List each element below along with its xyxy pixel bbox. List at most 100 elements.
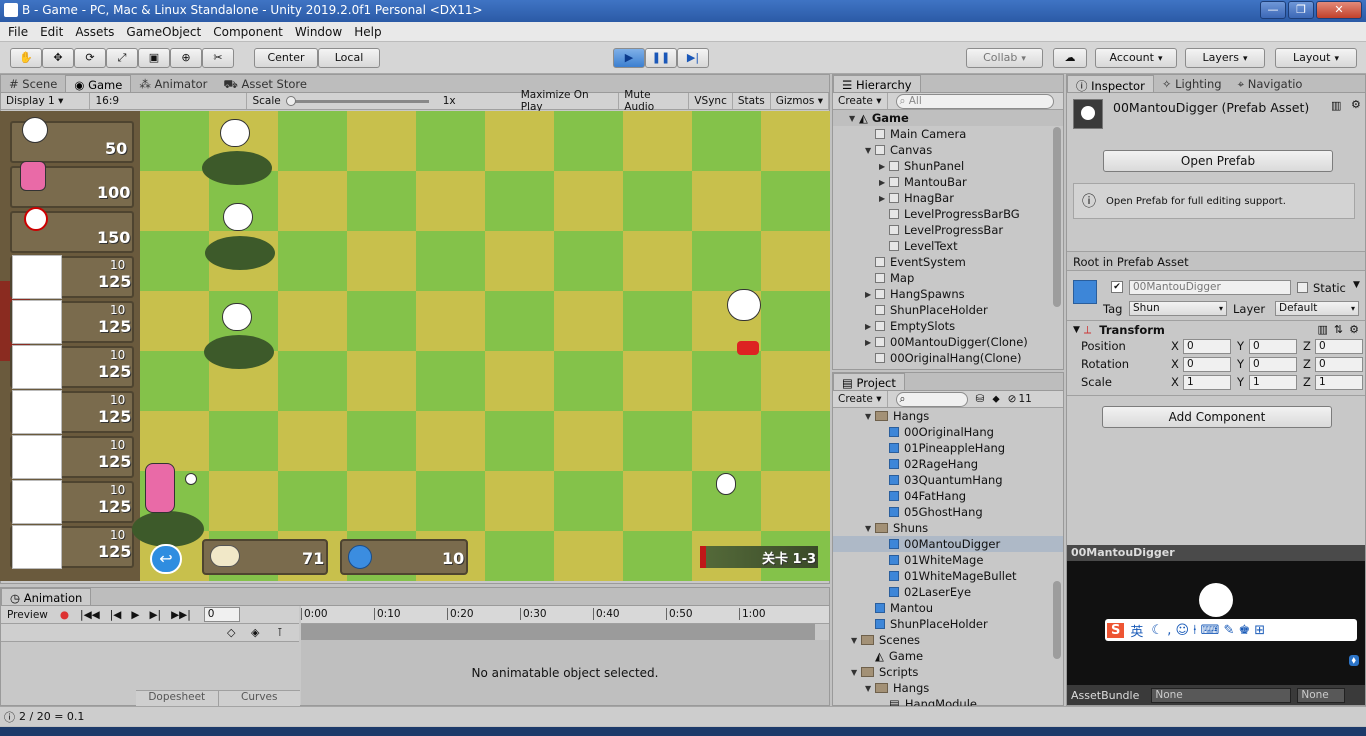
tab-lighting[interactable]: ✧ Lighting (1154, 75, 1230, 92)
project-asset[interactable]: 02RageHang (833, 456, 1063, 472)
project-asset[interactable]: 00OriginalHang (833, 424, 1063, 440)
hierarchy-item[interactable]: ShunPlaceHolder (833, 302, 1063, 318)
project-asset[interactable]: Mantou (833, 600, 1063, 616)
tab-animation[interactable]: ◷ Animation (1, 588, 92, 605)
tab-project[interactable]: ▤ Project (833, 373, 905, 390)
hierarchy-item[interactable]: Map (833, 270, 1063, 286)
game-viewport[interactable]: 50 100 150 10 125 10 125 10 125 10 125 10 125 10 12… (0, 111, 830, 581)
display-dropdown[interactable]: Display 1 ▾ (1, 93, 91, 109)
transform-help-icon[interactable]: ▥ (1318, 323, 1328, 336)
hierarchy-item[interactable]: ▶ HnagBar (833, 190, 1063, 206)
menu-help[interactable]: Help (354, 25, 381, 39)
hierarchy-item[interactable]: LevelProgressBarBG (833, 206, 1063, 222)
gameobject-name-field[interactable]: 00MantouDigger (1129, 280, 1291, 295)
prev-key-icon[interactable]: |◀ (105, 609, 127, 621)
frame-field[interactable]: 0 (203, 607, 240, 622)
scale-y[interactable]: 1 (1249, 375, 1297, 390)
layer-dropdown[interactable]: Default ▾ (1275, 301, 1359, 316)
assetbundle-dropdown[interactable]: None (1151, 687, 1292, 703)
menu-window[interactable]: Window (295, 25, 342, 39)
add-event-icon[interactable]: ◈ (251, 626, 259, 639)
hand-tool-icon[interactable]: ✋ (10, 48, 42, 68)
add-keyframe-icon[interactable]: ◇ (227, 626, 235, 639)
hierarchy-scrollbar[interactable] (1053, 127, 1061, 307)
tab-asset-store[interactable]: ⛟ Asset Store (215, 75, 315, 92)
transform-header[interactable]: ▼ ⟂ Transform ▥ ⇅ ⚙ (1067, 320, 1365, 338)
rect-tool-icon[interactable]: ▣ (138, 48, 170, 68)
project-asset[interactable]: 02LaserEye (833, 584, 1063, 600)
rotation-z[interactable]: 0 (1315, 357, 1363, 372)
tab-navigation[interactable]: ⌖ Navigatio (1230, 75, 1311, 92)
scale-slider-thumb[interactable] (285, 95, 296, 106)
aspect-dropdown[interactable]: 16:9 (90, 93, 248, 109)
last-key-icon[interactable]: ▶▶| (166, 609, 196, 621)
filter-type-icon[interactable]: ⛁ (976, 393, 985, 405)
project-asset[interactable]: 01WhiteMage (833, 552, 1063, 568)
project-folder[interactable]: ▼ Scripts (833, 664, 1063, 680)
project-scrollbar[interactable] (1053, 581, 1061, 659)
active-checkbox[interactable]: ✔ (1111, 281, 1123, 293)
project-asset[interactable]: 03QuantumHang (833, 472, 1063, 488)
menu-assets[interactable]: Assets (75, 25, 114, 39)
tab-animator[interactable]: ⁂ Animator (131, 75, 215, 92)
mantou-pickup[interactable] (716, 473, 736, 495)
event-marker-icon[interactable]: ⊺ (277, 626, 283, 639)
curves-tab[interactable]: Curves (219, 691, 301, 706)
layout-dropdown[interactable]: Layout (1275, 48, 1357, 68)
mantou-digger-3[interactable] (222, 303, 252, 331)
project-asset[interactable]: 01WhiteMageBullet (833, 568, 1063, 584)
scale-z[interactable]: 1 (1315, 375, 1363, 390)
next-key-icon[interactable]: ▶| (144, 609, 166, 621)
close-button[interactable]: ✕ (1316, 1, 1362, 19)
project-asset[interactable]: 00MantouDigger (833, 536, 1063, 552)
preview-area[interactable]: S 英 ☾ ‚ ☺ ⍿ ⌨ ✎ ♚ ⊞ ⬧ (1067, 561, 1365, 685)
rotation-x[interactable]: 0 (1183, 357, 1231, 372)
maximize-on-play-toggle[interactable]: Maximize On Play (516, 89, 620, 113)
transform-preset-icon[interactable]: ⇅ (1334, 323, 1343, 336)
scene-header-game[interactable]: ▼ ◭ Game (833, 110, 1063, 126)
pivot-center-button[interactable]: Center (254, 48, 318, 68)
mantou-digger-1[interactable] (220, 119, 250, 147)
stats-toggle[interactable]: Stats (733, 93, 771, 109)
transform-tool-icon[interactable]: ⊕ (170, 48, 202, 68)
preview-toggle[interactable]: Preview (1, 609, 54, 621)
settings-gear-icon[interactable]: ⚙ (1351, 98, 1361, 111)
open-prefab-button[interactable]: Open Prefab (1103, 150, 1333, 172)
record-icon[interactable]: ● (54, 609, 75, 621)
hierarchy-search-input[interactable]: ⌕ All (895, 93, 1054, 109)
hierarchy-create-dropdown[interactable]: Create ▾ (833, 93, 888, 109)
hierarchy-item[interactable]: ▼ Canvas (833, 142, 1063, 158)
project-asset[interactable]: ShunPlaceHolder (833, 616, 1063, 632)
play-button[interactable]: ▶ (613, 48, 645, 68)
project-search-input[interactable]: ⌕ (895, 391, 968, 407)
project-folder[interactable]: ▼ Scenes (833, 632, 1063, 648)
static-dropdown-icon[interactable]: ▼ (1353, 280, 1360, 290)
tab-hierarchy[interactable]: ☰ Hierarchy (833, 75, 921, 92)
add-component-button[interactable]: Add Component (1102, 406, 1332, 428)
hierarchy-item[interactable]: ▶ MantouBar (833, 174, 1063, 190)
hidden-packages-icon[interactable]: ⊘ (1008, 393, 1017, 405)
project-create-dropdown[interactable]: Create ▾ (833, 391, 888, 407)
play-anim-icon[interactable]: ▶ (126, 609, 144, 621)
mantou-digger-2[interactable] (223, 203, 253, 231)
original-hang-enemy[interactable] (727, 289, 761, 321)
project-asset[interactable]: 04FatHang (833, 488, 1063, 504)
hierarchy-item[interactable]: LevelText (833, 238, 1063, 254)
project-asset[interactable]: 01PineappleHang (833, 440, 1063, 456)
position-y[interactable]: 0 (1249, 339, 1297, 354)
label-tag-icon[interactable]: ⬧ (1348, 655, 1359, 666)
collab-dropdown[interactable]: Collab (966, 48, 1043, 68)
project-folder[interactable]: ▼ Shuns (833, 520, 1063, 536)
menu-component[interactable]: Component (213, 25, 283, 39)
account-dropdown[interactable]: Account (1095, 48, 1177, 68)
pivot-local-button[interactable]: Local (318, 48, 380, 68)
hierarchy-item[interactable]: EventSystem (833, 254, 1063, 270)
maximize-button[interactable]: ❐ (1288, 1, 1314, 19)
dopesheet-tab[interactable]: Dopesheet (136, 691, 219, 706)
layers-dropdown[interactable]: Layers (1185, 48, 1265, 68)
hierarchy-item[interactable]: ▶ EmptySlots (833, 318, 1063, 334)
project-asset[interactable]: ◭ Game (833, 648, 1063, 664)
preview-header[interactable]: 00MantouDigger (1067, 545, 1365, 561)
move-tool-icon[interactable]: ✥ (42, 48, 74, 68)
scale-x[interactable]: 1 (1183, 375, 1231, 390)
